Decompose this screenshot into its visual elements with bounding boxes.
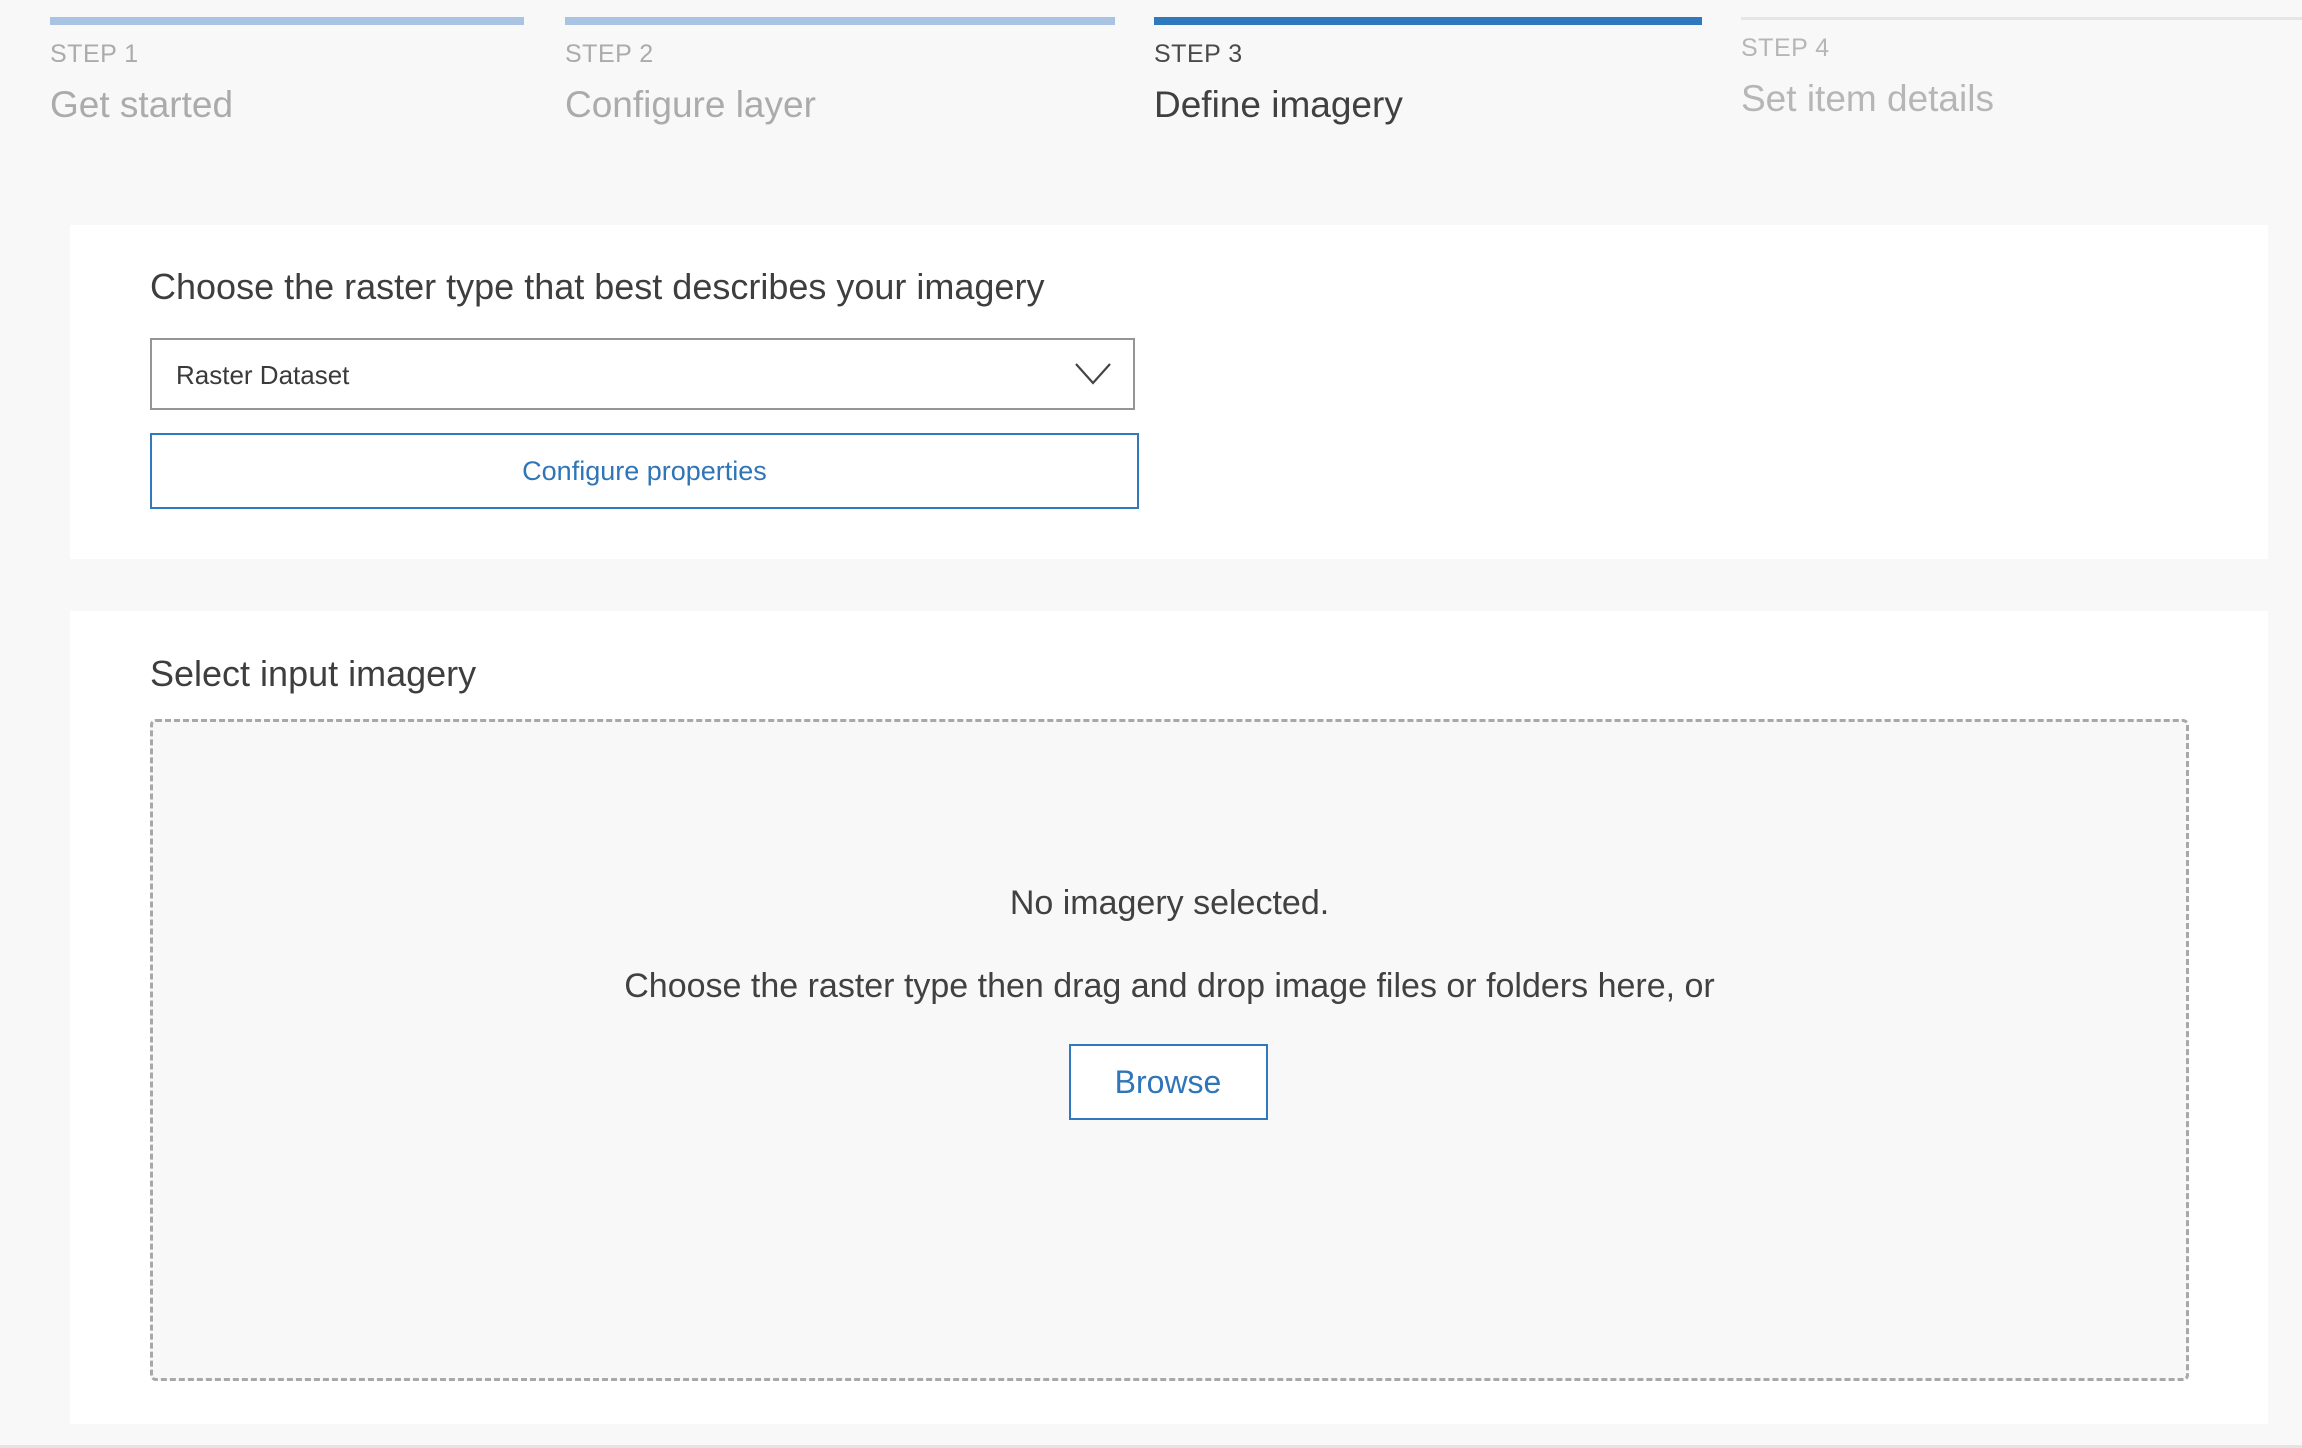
no-imagery-message: No imagery selected. [1009,884,1330,922]
step-title: Get started [50,84,234,125]
raster-type-card: Choose the raster type that best describ… [70,225,2268,559]
step-title: Set item details [1741,78,1994,119]
step-define-imagery[interactable]: STEP 3 Define imagery [1154,0,1702,150]
dropzone-instructions: Choose the raster type then drag and dro… [624,967,1715,1005]
step-number: STEP 1 [50,40,139,68]
step-set-item-details[interactable]: STEP 4 Set item details [1741,0,2302,150]
imagery-dropzone[interactable]: No imagery selected. Choose the raster t… [150,719,2189,1381]
step-configure-layer[interactable]: STEP 2 Configure layer [565,0,1115,150]
browse-button[interactable]: Browse [1068,1044,1268,1120]
step-get-started[interactable]: STEP 1 Get started [50,0,524,150]
step-number: STEP 3 [1154,40,1243,68]
raster-type-selected-value: Raster Dataset [176,360,350,390]
wizard-stepper: STEP 1 Get started STEP 2 Configure laye… [0,0,2302,180]
step-progress-bar [50,17,524,25]
step-progress-bar [1741,17,2302,20]
step-progress-bar [1154,17,1702,25]
raster-type-select[interactable]: Raster Dataset [150,338,1135,410]
raster-type-heading: Choose the raster type that best describ… [150,266,1045,307]
step-number: STEP 2 [565,40,654,68]
chevron-down-icon [1075,363,1111,385]
input-imagery-card: Select input imagery No imagery selected… [70,611,2268,1424]
configure-properties-button[interactable]: Configure properties [150,433,1139,509]
step-number: STEP 4 [1741,34,1830,62]
step-title: Configure layer [565,84,816,125]
step-title: Define imagery [1154,84,1403,125]
input-imagery-heading: Select input imagery [150,653,477,694]
step-progress-bar [565,17,1115,25]
